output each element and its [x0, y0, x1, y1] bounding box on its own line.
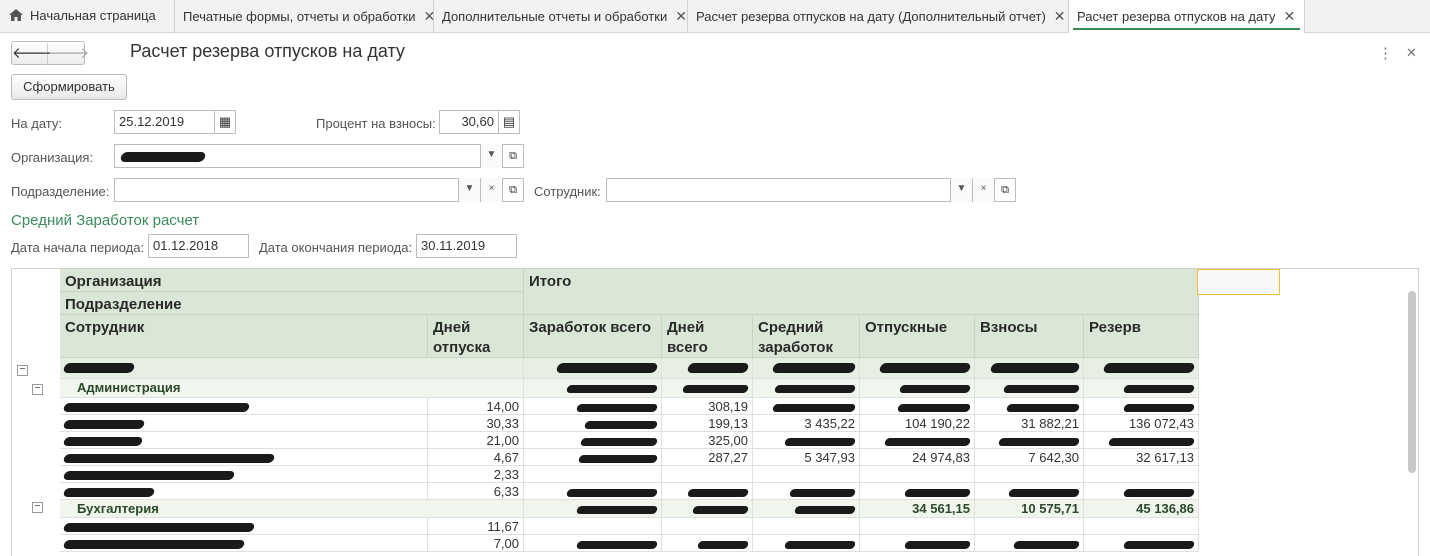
redacted-value — [62, 362, 136, 373]
open-icon[interactable]: ⧉ — [994, 178, 1016, 202]
header-days-vacation: Дней отпуска — [428, 315, 524, 358]
clear-icon[interactable]: × — [480, 178, 502, 202]
header-dept: Подразделение — [60, 292, 524, 315]
page-title: Расчет резерва отпусков на дату — [130, 41, 405, 61]
header-org: Организация — [60, 269, 524, 292]
org-name — [60, 358, 524, 378]
org-field[interactable]: ▼ — [114, 144, 502, 168]
vertical-scrollbar[interactable] — [1408, 291, 1416, 473]
tab-label: Расчет резерва отпусков на дату — [1077, 9, 1276, 24]
redacted-value — [119, 151, 207, 162]
tab-label: Расчет резерва отпусков на дату (Дополни… — [696, 9, 1046, 24]
end-date-field[interactable]: 30.11.2019 — [416, 234, 517, 258]
tab-home[interactable]: Начальная страница — [0, 0, 175, 33]
tab-label: Дополнительные отчеты и обработки — [442, 9, 668, 24]
tab-label: Печатные формы, отчеты и обработки — [183, 9, 416, 24]
header-earnings: Заработок всего — [524, 315, 662, 358]
tab-label: Начальная страница — [30, 8, 156, 23]
group-name: Администрация — [60, 379, 524, 397]
forward-arrow-icon[interactable]: 🡒 — [49, 43, 89, 62]
header-total: Итого — [524, 269, 1199, 315]
generate-button[interactable]: Сформировать — [11, 74, 127, 100]
table-row: 2,33 — [60, 466, 1199, 483]
dept-label: Подразделение: — [11, 184, 110, 199]
start-date-label: Дата начала периода: — [11, 240, 145, 255]
header-avg: Средний заработок — [753, 315, 860, 358]
start-date-field[interactable]: 01.12.2018 — [148, 234, 249, 258]
back-arrow-icon[interactable]: 🡐 — [12, 43, 52, 65]
dept-field[interactable]: ▼ × — [114, 178, 502, 202]
org-total-row — [60, 358, 1199, 379]
selected-cell[interactable] — [1197, 269, 1280, 295]
table-row: 7,00 — [60, 535, 1199, 552]
calendar-icon[interactable]: ▦ — [214, 110, 236, 134]
group-name: Бухгалтерия — [60, 500, 524, 517]
group-row-accounting: Бухгалтерия 34 561,15 10 575,71 45 136,8… — [60, 500, 1199, 518]
header-vacation-pay: Отпускные — [860, 315, 975, 358]
table-row: 14,00 308,19 — [60, 398, 1199, 415]
table-row: 11,67 — [60, 518, 1199, 535]
open-icon[interactable]: ⧉ — [502, 178, 524, 202]
nav-buttons: 🡐 🡒 — [11, 41, 89, 65]
calculator-icon[interactable]: ▤ — [498, 110, 520, 134]
collapse-icon[interactable]: − — [32, 502, 43, 513]
percent-label: Процент на взносы: — [316, 116, 436, 131]
collapse-icon[interactable]: − — [17, 365, 28, 376]
header-reserve: Резерв — [1084, 315, 1199, 358]
tab-bar: Начальная страница Печатные формы, отчет… — [0, 0, 1430, 33]
end-date-label: Дата окончания периода: — [259, 240, 413, 255]
date-field[interactable]: 25.12.2019 — [114, 110, 215, 134]
table-row — [60, 552, 1199, 556]
table-row: 30,33 199,13 3 435,22 104 190,22 31 882,… — [60, 415, 1199, 432]
table-row: 4,67 287,27 5 347,93 24 974,83 7 642,30 … — [60, 449, 1199, 466]
employee-label: Сотрудник: — [534, 184, 601, 199]
tab-reserve-report-additional[interactable]: Расчет резерва отпусков на дату (Дополни… — [688, 0, 1069, 33]
group-row-administration: Администрация — [60, 379, 1199, 398]
close-window-icon[interactable]: ✕ — [1406, 45, 1417, 61]
close-icon[interactable]: ✕ — [1284, 8, 1296, 24]
employee-field[interactable]: ▼ × — [606, 178, 994, 202]
table-row: 6,33 — [60, 483, 1199, 500]
header-employee: Сотрудник — [60, 315, 428, 358]
header-days-total: Дней всего — [662, 315, 753, 358]
table-row: 21,00 325,00 — [60, 432, 1199, 449]
home-icon — [9, 9, 23, 21]
collapse-icon[interactable]: − — [32, 384, 43, 395]
header-contrib: Взносы — [975, 315, 1084, 358]
avg-section-title: Средний Заработок расчет — [11, 212, 200, 229]
clear-icon[interactable]: × — [972, 178, 994, 202]
active-tab-indicator — [1073, 28, 1300, 30]
tab-reserve-report[interactable]: Расчет резерва отпусков на дату ✕ — [1069, 0, 1305, 33]
tab-additional-reports[interactable]: Дополнительные отчеты и обработки ✕ — [434, 0, 688, 33]
chevron-down-icon[interactable]: ▼ — [458, 178, 480, 202]
chevron-down-icon[interactable]: ▼ — [480, 144, 502, 168]
report-spreadsheet[interactable]: Организация Подразделение Сотрудник Дней… — [11, 268, 1419, 556]
close-icon[interactable]: ✕ — [1054, 8, 1066, 24]
close-icon[interactable]: ✕ — [675, 8, 687, 24]
date-label: На дату: — [11, 116, 62, 131]
more-icon[interactable]: ⋮ — [1378, 44, 1393, 62]
open-icon[interactable]: ⧉ — [502, 144, 524, 168]
chevron-down-icon[interactable]: ▼ — [950, 178, 972, 202]
percent-field[interactable]: 30,60 — [439, 110, 499, 134]
org-label: Организация: — [11, 150, 94, 165]
tab-print-forms[interactable]: Печатные формы, отчеты и обработки ✕ — [175, 0, 435, 33]
